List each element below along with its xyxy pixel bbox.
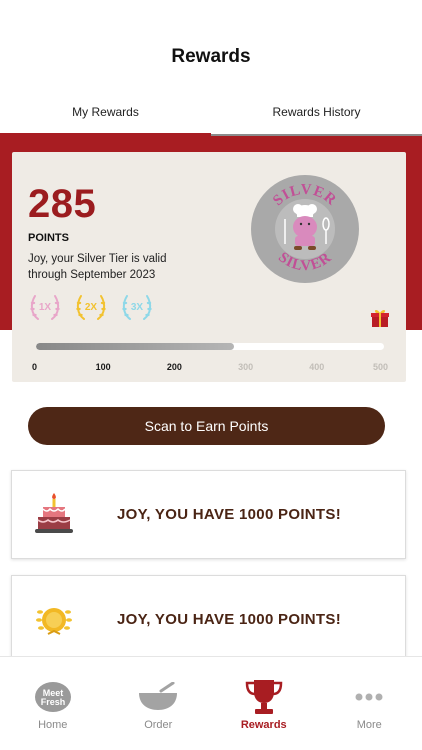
birthday-cake-icon bbox=[35, 493, 73, 533]
promo-card[interactable]: JOY, YOU HAVE 1000 POINTS! bbox=[11, 470, 406, 559]
progress-scale: 0 100 200 300 400 500 bbox=[32, 362, 388, 376]
multiplier-badges: 1X 2X 3X bbox=[28, 290, 154, 324]
tab-rewards-history-label: Rewards History bbox=[272, 105, 361, 119]
multiplier-3x-badge: 3X bbox=[120, 290, 154, 324]
meet-fresh-logo-icon: Meet Fresh bbox=[31, 677, 75, 717]
promo-message: JOY, YOU HAVE 1000 POINTS! bbox=[117, 611, 341, 628]
progress-scale-label: 400 bbox=[309, 362, 325, 372]
points-label: POINTS bbox=[28, 232, 69, 244]
multiplier-2x-badge: 2X bbox=[74, 290, 108, 324]
tab-rewards-history[interactable]: Rewards History bbox=[211, 88, 422, 136]
tab-bar: My Rewards Rewards History bbox=[0, 88, 422, 136]
promo-card[interactable]: JOY, YOU HAVE 1000 POINTS! bbox=[11, 575, 406, 664]
bottom-navigation: Meet Fresh Home Order Rewards More bbox=[0, 656, 422, 750]
nav-label-order: Order bbox=[144, 719, 173, 731]
bowl-icon bbox=[136, 677, 180, 717]
nav-item-home[interactable]: Meet Fresh Home bbox=[0, 657, 106, 750]
progress-scale-label: 300 bbox=[238, 362, 254, 372]
gold-medal-icon bbox=[36, 608, 72, 635]
points-value: 285 bbox=[28, 182, 97, 226]
tab-my-rewards[interactable]: My Rewards bbox=[0, 88, 211, 136]
progress-scale-label: 500 bbox=[372, 362, 388, 372]
trophy-icon bbox=[242, 677, 286, 717]
nav-label-more: More bbox=[356, 719, 382, 731]
tab-my-rewards-label: My Rewards bbox=[72, 105, 139, 119]
points-progress-fill bbox=[36, 343, 235, 350]
multiplier-3x-label: 3X bbox=[130, 301, 144, 313]
multiplier-1x-badge: 1X bbox=[28, 290, 62, 324]
more-dots-icon bbox=[347, 677, 391, 717]
tier-message: Joy, your Silver Tier is valid through S… bbox=[28, 253, 167, 281]
scan-to-earn-button[interactable]: Scan to Earn Points bbox=[28, 407, 385, 445]
gift-icon[interactable] bbox=[370, 308, 390, 328]
nav-item-rewards[interactable]: Rewards bbox=[211, 657, 317, 750]
progress-scale-label: 0 bbox=[32, 362, 38, 372]
header: Rewards bbox=[0, 0, 422, 88]
multiplier-2x-label: 2X bbox=[84, 301, 98, 313]
silver-tier-badge: SILVER SILVER bbox=[251, 175, 359, 283]
progress-scale-label: 200 bbox=[166, 362, 182, 372]
progress-scale-label: 100 bbox=[95, 362, 111, 372]
page-title: Rewards bbox=[171, 46, 251, 67]
promo-message: JOY, YOU HAVE 1000 POINTS! bbox=[117, 506, 341, 523]
rewards-card: 285 POINTS Joy, your Silver Tier is vali… bbox=[12, 152, 406, 382]
points-progress-bar bbox=[36, 343, 384, 350]
multiplier-1x-label: 1X bbox=[38, 301, 52, 313]
nav-label-home: Home bbox=[38, 719, 68, 731]
nav-item-more[interactable]: More bbox=[317, 657, 422, 750]
nav-item-order[interactable]: Order bbox=[106, 657, 212, 750]
svg-text:Fresh: Fresh bbox=[40, 697, 65, 707]
nav-label-rewards: Rewards bbox=[240, 719, 287, 731]
